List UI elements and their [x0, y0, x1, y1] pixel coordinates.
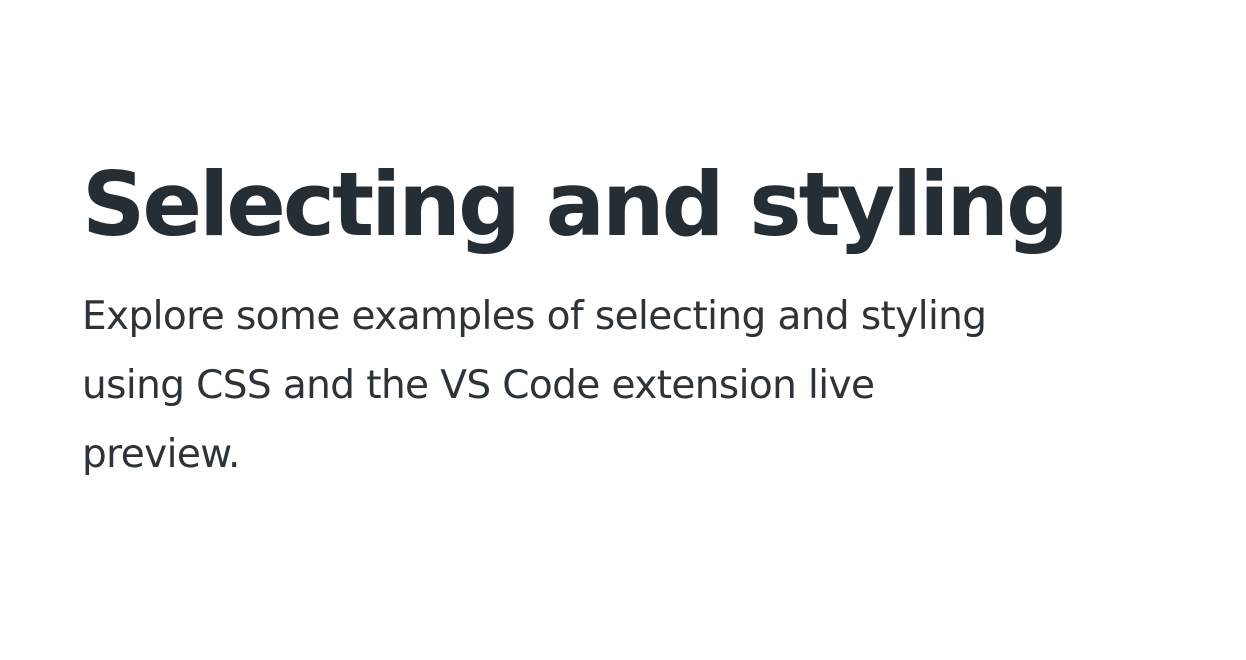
slide-subtitle: Explore some examples of selecting and s…	[82, 294, 987, 477]
slide: Selecting and styling Explore some examp…	[0, 0, 1246, 660]
slide-content: Selecting and styling Explore some examp…	[82, 150, 1162, 489]
slide-title: Selecting and styling	[82, 153, 1069, 256]
